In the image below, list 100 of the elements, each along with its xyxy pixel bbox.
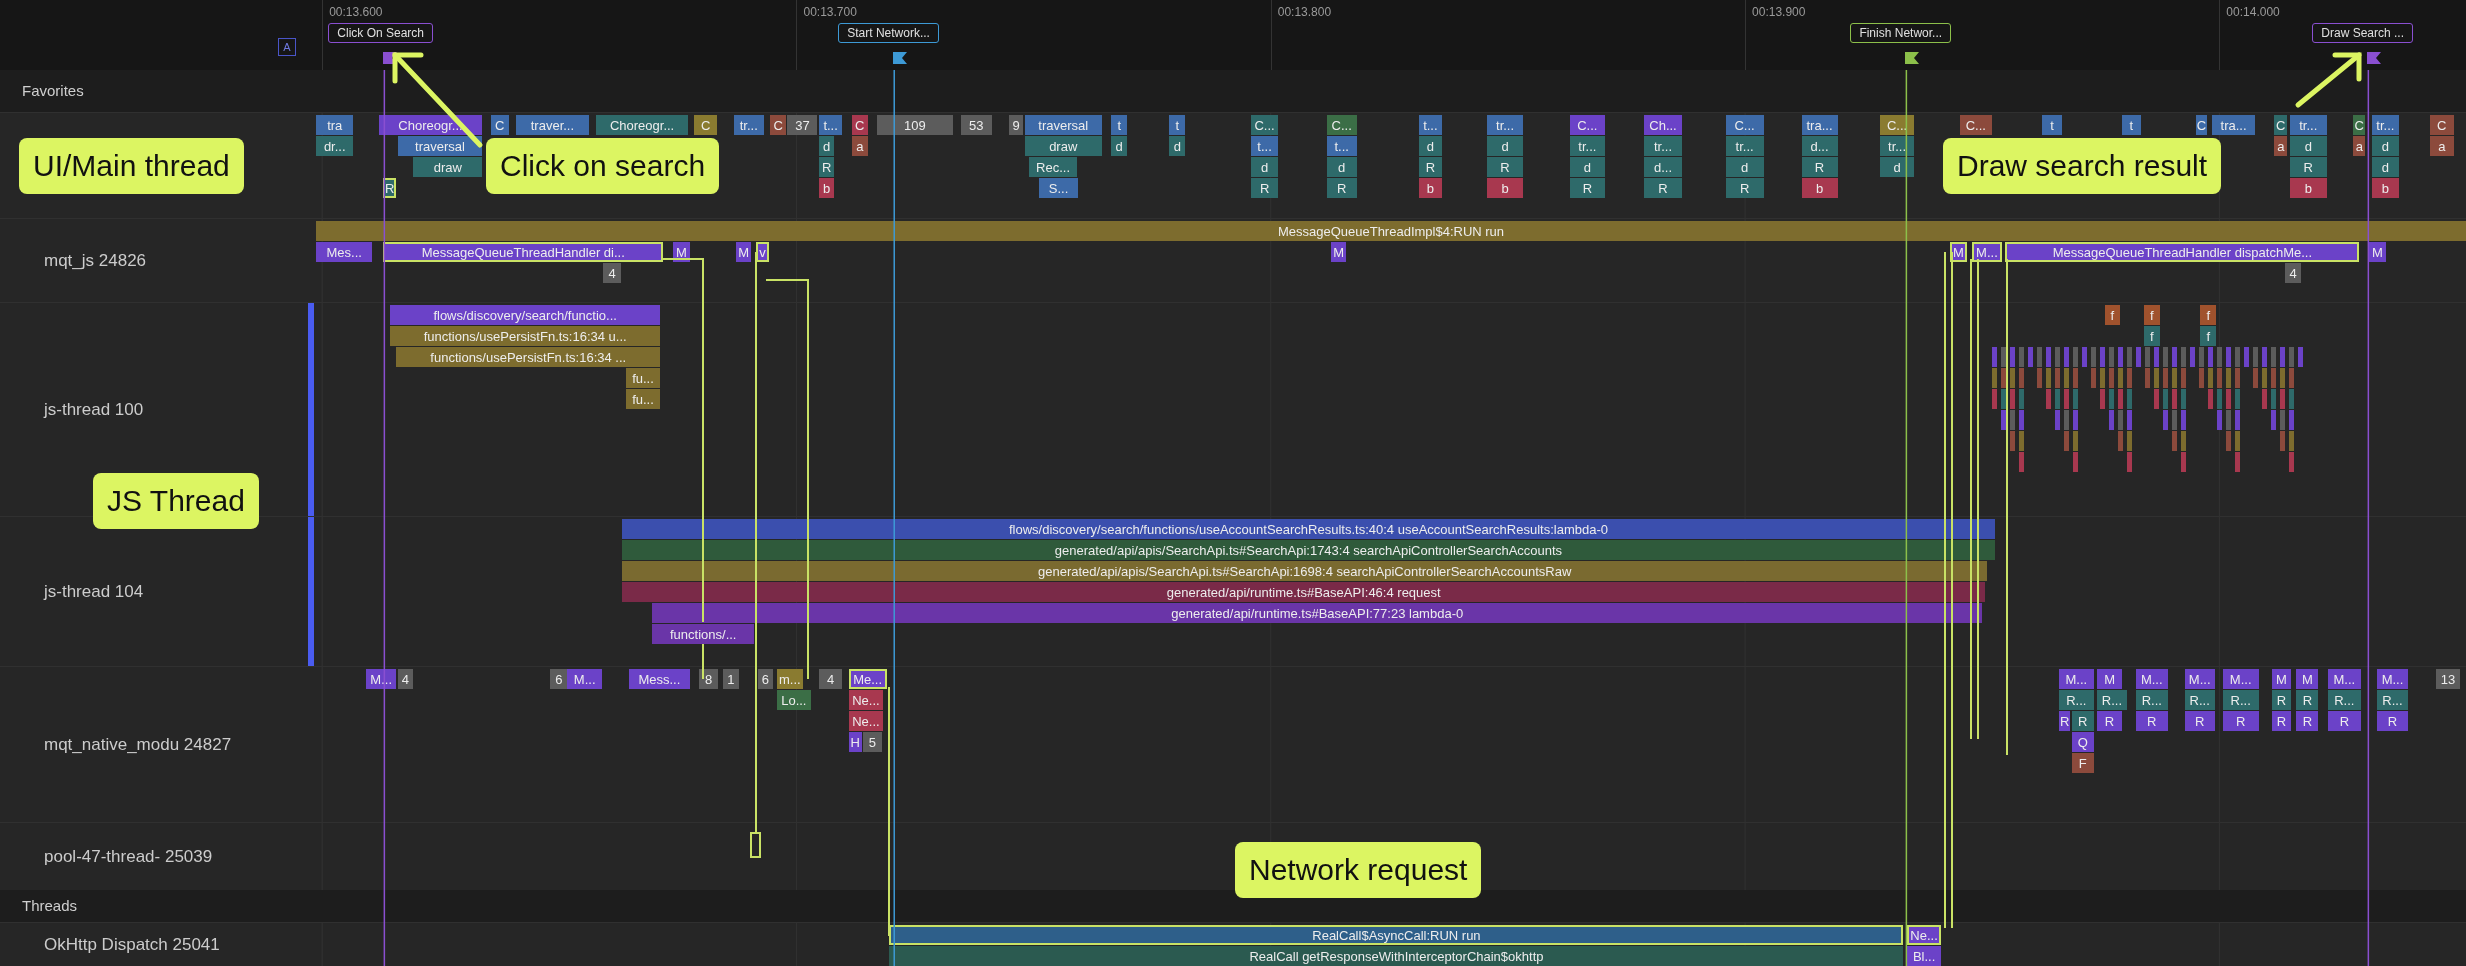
trace-slice[interactable]: d [1111, 136, 1128, 156]
marker-label[interactable]: Click On Search [328, 23, 434, 43]
trace-slice[interactable]: M... [567, 669, 602, 689]
trace-slice[interactable]: M... [2376, 669, 2409, 689]
trace-slice[interactable]: d [2290, 136, 2327, 156]
trace-slice[interactable]: d [1570, 157, 1605, 177]
trace-slice[interactable]: d [1879, 157, 1915, 177]
trace-slice[interactable]: d [2372, 157, 2399, 177]
trace-slice[interactable]: 37 [787, 115, 818, 135]
trace-slice[interactable]: R [2097, 711, 2123, 731]
trace-slice[interactable]: M [2296, 669, 2319, 689]
trace-slice[interactable]: R [818, 157, 835, 177]
trace-slice[interactable]: 4 [2285, 263, 2301, 283]
trace-slice[interactable]: R [2296, 711, 2319, 731]
trace-slice[interactable]: C... [1570, 115, 1605, 135]
trace-slice[interactable]: tra... [1801, 115, 1838, 135]
trace-slice[interactable]: M [735, 242, 752, 262]
trace-slice[interactable]: d... [1801, 136, 1838, 156]
trace-slice[interactable]: C [2274, 115, 2288, 135]
trace-slice[interactable]: t [1169, 115, 1186, 135]
trace-slice[interactable]: R [2296, 690, 2319, 710]
trace-slice[interactable]: Q [2071, 732, 2094, 752]
track-label[interactable]: js-thread 104 [44, 578, 144, 605]
trace-slice[interactable]: traversal [397, 136, 483, 156]
trace-slice[interactable]: f [2200, 326, 2217, 346]
trace-slice[interactable]: d [1251, 157, 1278, 177]
trace-slice[interactable]: Mess... [628, 669, 691, 689]
trace-slice[interactable]: tr... [1725, 136, 1764, 156]
trace-slice[interactable]: f [2143, 326, 2160, 346]
trace-slice[interactable]: m... [776, 669, 804, 689]
trace-slice[interactable]: fu... [625, 368, 661, 388]
trace-slice[interactable]: C... [1251, 115, 1278, 135]
trace-slice[interactable]: R... [2059, 690, 2094, 710]
trace-slice[interactable]: M... [1971, 242, 2003, 262]
trace-slice[interactable]: R... [2222, 690, 2259, 710]
trace-slice[interactable]: a [2353, 136, 2366, 156]
trace-slice[interactable]: d... [1644, 157, 1682, 177]
trace-slice[interactable]: R [2327, 711, 2361, 731]
trace-slice[interactable]: functions/usePersistFn.ts:16:34 u... [390, 326, 661, 346]
trace-slice[interactable]: 109 [877, 115, 953, 135]
trace-slice[interactable]: tra [316, 115, 354, 135]
trace-slice[interactable]: R... [2135, 690, 2168, 710]
trace-slice[interactable]: dr... [316, 136, 354, 156]
trace-slice[interactable]: R... [2327, 690, 2361, 710]
trace-slice[interactable]: f [2200, 305, 2217, 325]
trace-slice[interactable]: R [383, 178, 397, 198]
trace-slice[interactable]: draw [1024, 136, 1102, 156]
trace-slice[interactable]: traver... [515, 115, 590, 135]
trace-slice[interactable]: t [2041, 115, 2063, 135]
trace-slice[interactable]: 4 [603, 263, 621, 283]
trace-slice[interactable]: tra... [2211, 115, 2256, 135]
trace-slice[interactable]: M [2097, 669, 2123, 689]
trace-slice[interactable]: t... [1326, 136, 1357, 156]
trace-slice[interactable]: Bl... [1906, 946, 1942, 966]
trace-slice[interactable]: 6 [757, 669, 774, 689]
trace-slice[interactable]: MessageQueueThreadHandler dispatchMe... [2005, 242, 2360, 262]
marker-label[interactable]: Finish Networ... [1850, 23, 1952, 43]
trace-slice[interactable]: d [1487, 136, 1524, 156]
trace-slice[interactable]: v [756, 242, 769, 262]
trace-slice[interactable]: R [1644, 178, 1682, 198]
trace-slice[interactable]: R [1570, 178, 1605, 198]
trace-slice[interactable]: Rec... [1029, 157, 1077, 177]
trace-slice[interactable]: R [1487, 157, 1524, 177]
trace-slice[interactable]: M... [2327, 669, 2361, 689]
trace-slice[interactable]: tr... [1879, 136, 1915, 156]
trace-slice[interactable]: C [2195, 115, 2207, 135]
section-header[interactable]: Favorites [22, 79, 84, 103]
trace-slice[interactable]: Ne... [848, 711, 884, 731]
trace-slice[interactable]: 53 [960, 115, 992, 135]
trace-slice[interactable]: functions/usePersistFn.ts:16:34 ... [396, 347, 661, 367]
trace-slice[interactable]: d [2372, 136, 2399, 156]
trace-slice[interactable]: generated/api/apis/SearchApi.ts#SearchApi:1698:4 searchApiControllerSearchAccountsRaw [622, 561, 1987, 581]
trace-slice[interactable]: R [2272, 711, 2291, 731]
trace-slice[interactable]: C... [1326, 115, 1357, 135]
trace-slice[interactable]: d [1326, 157, 1357, 177]
trace-slice[interactable]: a [2429, 136, 2454, 156]
trace-slice[interactable]: MessageQueueThreadHandler di... [383, 242, 664, 262]
trace-slice[interactable]: R [2059, 711, 2071, 731]
trace-slice[interactable]: R [2272, 690, 2291, 710]
trace-slice[interactable]: M [2272, 669, 2291, 689]
trace-slice[interactable]: C [2353, 115, 2366, 135]
trace-slice[interactable]: 1 [722, 669, 739, 689]
trace-slice[interactable]: t... [818, 115, 843, 135]
trace-slice[interactable]: b [1801, 178, 1838, 198]
trace-slice[interactable]: RealCall getResponseWithInterceptorChain$okhttp [889, 946, 1904, 966]
trace-slice[interactable]: M... [2135, 669, 2168, 689]
trace-slice[interactable]: R [2135, 711, 2168, 731]
trace-slice[interactable]: Ch... [1644, 115, 1682, 135]
trace-slice[interactable]: functions/... [652, 624, 755, 644]
trace-slice[interactable]: C [694, 115, 717, 135]
trace-slice[interactable]: tr... [2290, 115, 2327, 135]
trace-slice[interactable]: b [2372, 178, 2399, 198]
track-label[interactable]: mqt_js 24826 [44, 247, 147, 274]
trace-slice[interactable]: M... [2059, 669, 2094, 689]
trace-slice[interactable]: 8 [699, 669, 719, 689]
trace-slice[interactable]: d [1169, 136, 1186, 156]
trace-slice[interactable]: R [1801, 157, 1838, 177]
trace-slice[interactable]: t... [1251, 136, 1278, 156]
trace-slice[interactable]: a [851, 136, 868, 156]
track-label[interactable]: js-thread 100 [44, 396, 144, 423]
